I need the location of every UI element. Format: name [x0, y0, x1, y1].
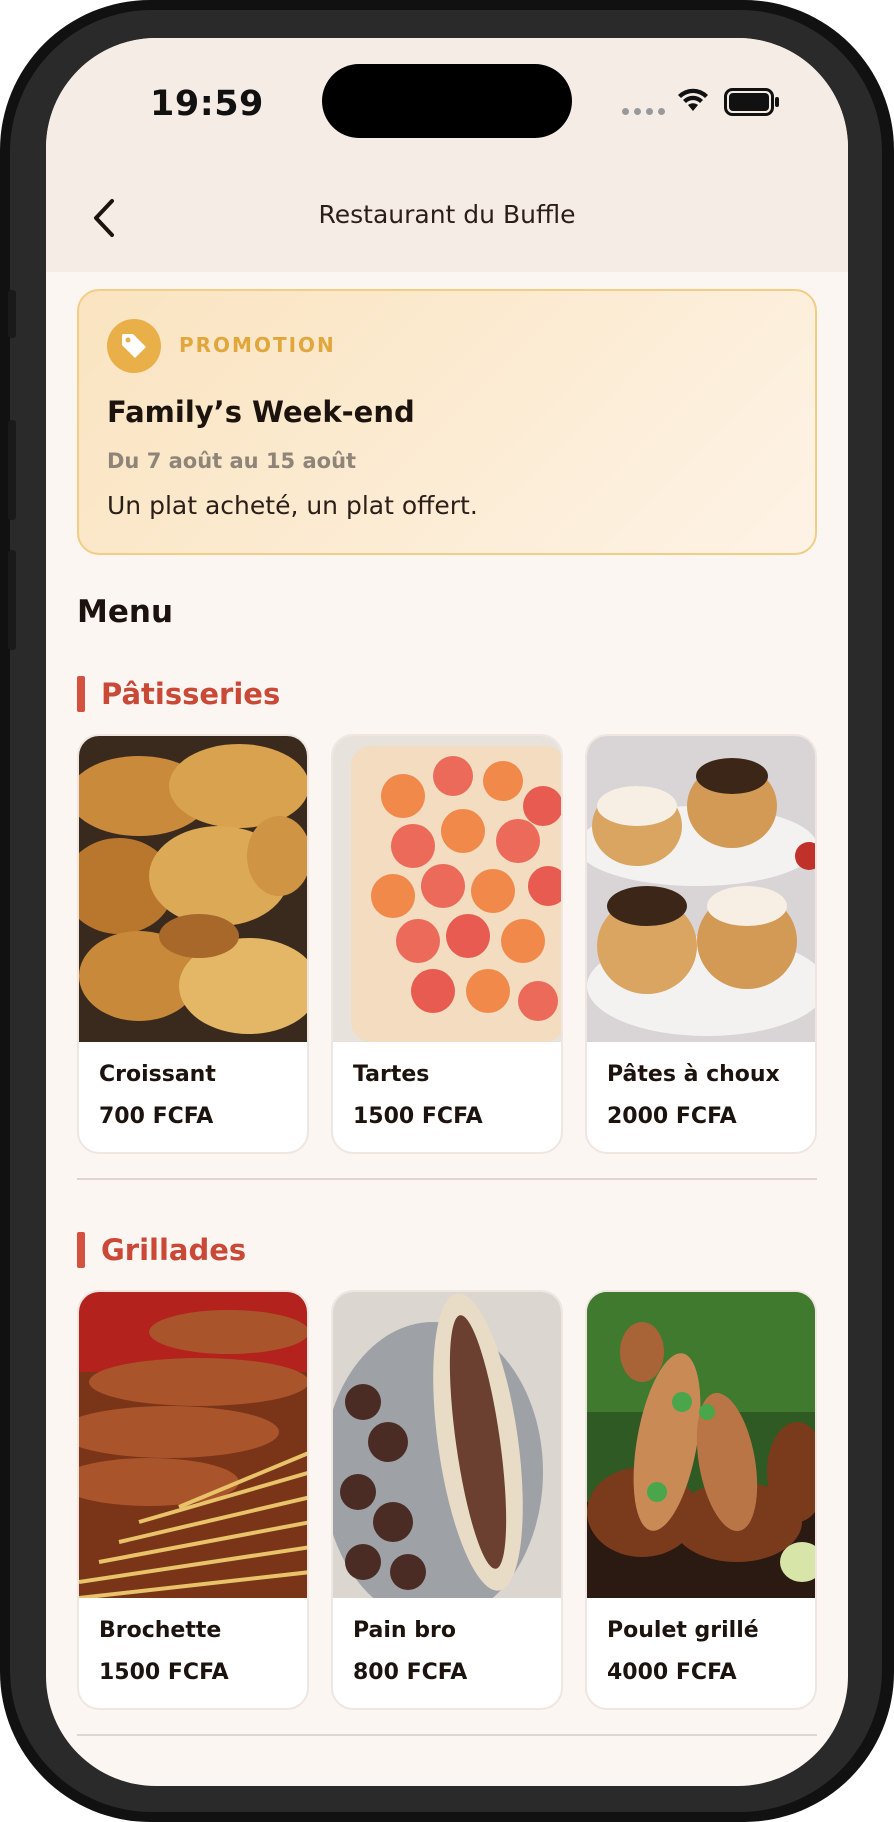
item-price: 4000 FCFA [607, 1660, 737, 1685]
menu-item-card[interactable]: Pain bro 800 FCFA [331, 1290, 563, 1710]
promotion-label: PROMOTION [179, 333, 336, 357]
menu-item-card[interactable]: Poulet grillé 4000 FCFA [585, 1290, 817, 1710]
patisseries-list: Croissant 700 FCFA Tartes 1500 FCFA Pâte… [77, 734, 817, 1154]
navigation-bar: Restaurant du Buffle [46, 188, 848, 272]
promotion-description: Un plat acheté, un plat offert. [107, 491, 478, 520]
signal-icon [622, 108, 665, 115]
item-name: Croissant [99, 1062, 216, 1087]
menu-heading: Menu [77, 594, 174, 630]
item-name: Poulet grillé [607, 1618, 759, 1643]
section-header-grillades: Grillades [77, 1232, 246, 1268]
item-name: Pâtes à choux [607, 1062, 780, 1087]
page-title: Restaurant du Buffle [318, 200, 576, 229]
menu-item-card[interactable]: Tartes 1500 FCFA [331, 734, 563, 1154]
grillades-list: Brochette 1500 FCFA Pain bro 800 FCFA Po… [77, 1290, 817, 1710]
section-header-patisseries: Pâtisseries [77, 676, 280, 712]
item-price: 800 FCFA [353, 1660, 468, 1685]
croissant-image [79, 736, 307, 1042]
choux-image [587, 736, 815, 1042]
menu-item-card[interactable]: Brochette 1500 FCFA [77, 1290, 309, 1710]
item-price: 700 FCFA [99, 1104, 214, 1129]
section-title: Pâtisseries [101, 677, 281, 711]
battery-icon [724, 88, 779, 116]
wifi-icon [678, 88, 708, 111]
poulet-grille-image [587, 1292, 815, 1598]
menu-item-card[interactable]: Croissant 700 FCFA [77, 734, 309, 1154]
item-price: 1500 FCFA [353, 1104, 483, 1129]
volume-up-button [8, 420, 16, 520]
item-name: Pain bro [353, 1618, 456, 1643]
section-divider [77, 1734, 817, 1736]
promotion-card[interactable]: PROMOTION Family’s Week-end Du 7 août au… [77, 289, 817, 555]
tarte-image [333, 736, 561, 1042]
phone-frame: 19:59 Restaurant du Buffle PROMOTION Fam… [0, 0, 894, 1822]
volume-down-button [8, 550, 16, 650]
app-screen: 19:59 Restaurant du Buffle PROMOTION Fam… [46, 38, 848, 1786]
section-divider [77, 1178, 817, 1180]
promotion-dates: Du 7 août au 15 août [107, 449, 357, 473]
promotion-title: Family’s Week-end [107, 395, 415, 429]
item-price: 1500 FCFA [99, 1660, 229, 1685]
item-name: Tartes [353, 1062, 430, 1087]
dynamic-island [322, 64, 572, 138]
pain-bro-image [333, 1292, 561, 1598]
section-accent-bar [77, 676, 85, 712]
action-button [8, 290, 16, 338]
status-time: 19:59 [150, 84, 264, 124]
menu-item-card[interactable]: Pâtes à choux 2000 FCFA [585, 734, 817, 1154]
section-title: Grillades [101, 1233, 247, 1267]
section-accent-bar [77, 1232, 85, 1268]
brochette-image [79, 1292, 307, 1598]
top-bar: 19:59 Restaurant du Buffle [46, 38, 848, 272]
tag-icon [107, 319, 161, 373]
item-price: 2000 FCFA [607, 1104, 737, 1129]
item-name: Brochette [99, 1618, 222, 1643]
